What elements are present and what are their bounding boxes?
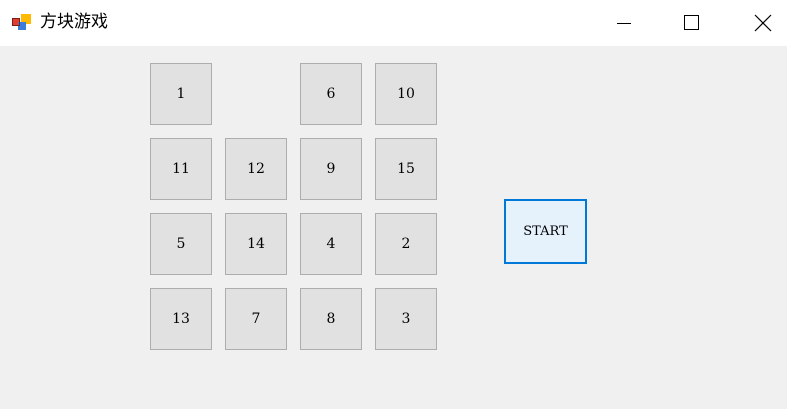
minimize-button[interactable] [589, 0, 659, 46]
tile-4[interactable]: 4 [300, 213, 362, 275]
tile-label: 4 [326, 236, 336, 252]
tile-label: 13 [172, 311, 190, 327]
tile-label: 2 [401, 236, 411, 252]
minimize-icon [616, 15, 632, 31]
tile-label: 1 [176, 86, 186, 102]
tile-14[interactable]: 14 [225, 213, 287, 275]
tile-2[interactable]: 2 [375, 213, 437, 275]
window-title: 方块游戏 [40, 12, 108, 32]
close-button[interactable] [728, 0, 787, 46]
app-icon [12, 13, 32, 31]
tile-12[interactable]: 12 [225, 138, 287, 200]
start-button[interactable]: START [504, 199, 587, 264]
close-icon [754, 14, 772, 32]
tile-label: 10 [397, 86, 415, 102]
tile-label: 3 [401, 311, 411, 327]
tile-label: 12 [247, 161, 265, 177]
maximize-icon [684, 15, 700, 31]
tile-label: 6 [326, 86, 336, 102]
tile-label: 9 [326, 161, 336, 177]
tile-9[interactable]: 9 [300, 138, 362, 200]
tile-13[interactable]: 13 [150, 288, 212, 350]
tile-label: 8 [326, 311, 336, 327]
client-area: 1 6 10 11 12 9 15 5 14 4 2 13 7 8 3 START [0, 46, 787, 409]
tile-10[interactable]: 10 [375, 63, 437, 125]
tile-label: 15 [397, 161, 415, 177]
maximize-button[interactable] [657, 0, 727, 46]
tile-1[interactable]: 1 [150, 63, 212, 125]
tile-8[interactable]: 8 [300, 288, 362, 350]
tile-6[interactable]: 6 [300, 63, 362, 125]
tile-label: 11 [172, 161, 190, 177]
tile-5[interactable]: 5 [150, 213, 212, 275]
tile-15[interactable]: 15 [375, 138, 437, 200]
tile-label: 5 [176, 236, 186, 252]
start-button-label: START [523, 224, 568, 239]
tile-7[interactable]: 7 [225, 288, 287, 350]
tile-label: 7 [251, 311, 261, 327]
tile-label: 14 [247, 236, 265, 252]
tile-3[interactable]: 3 [375, 288, 437, 350]
tile-11[interactable]: 11 [150, 138, 212, 200]
title-bar[interactable]: 方块游戏 [0, 0, 787, 46]
